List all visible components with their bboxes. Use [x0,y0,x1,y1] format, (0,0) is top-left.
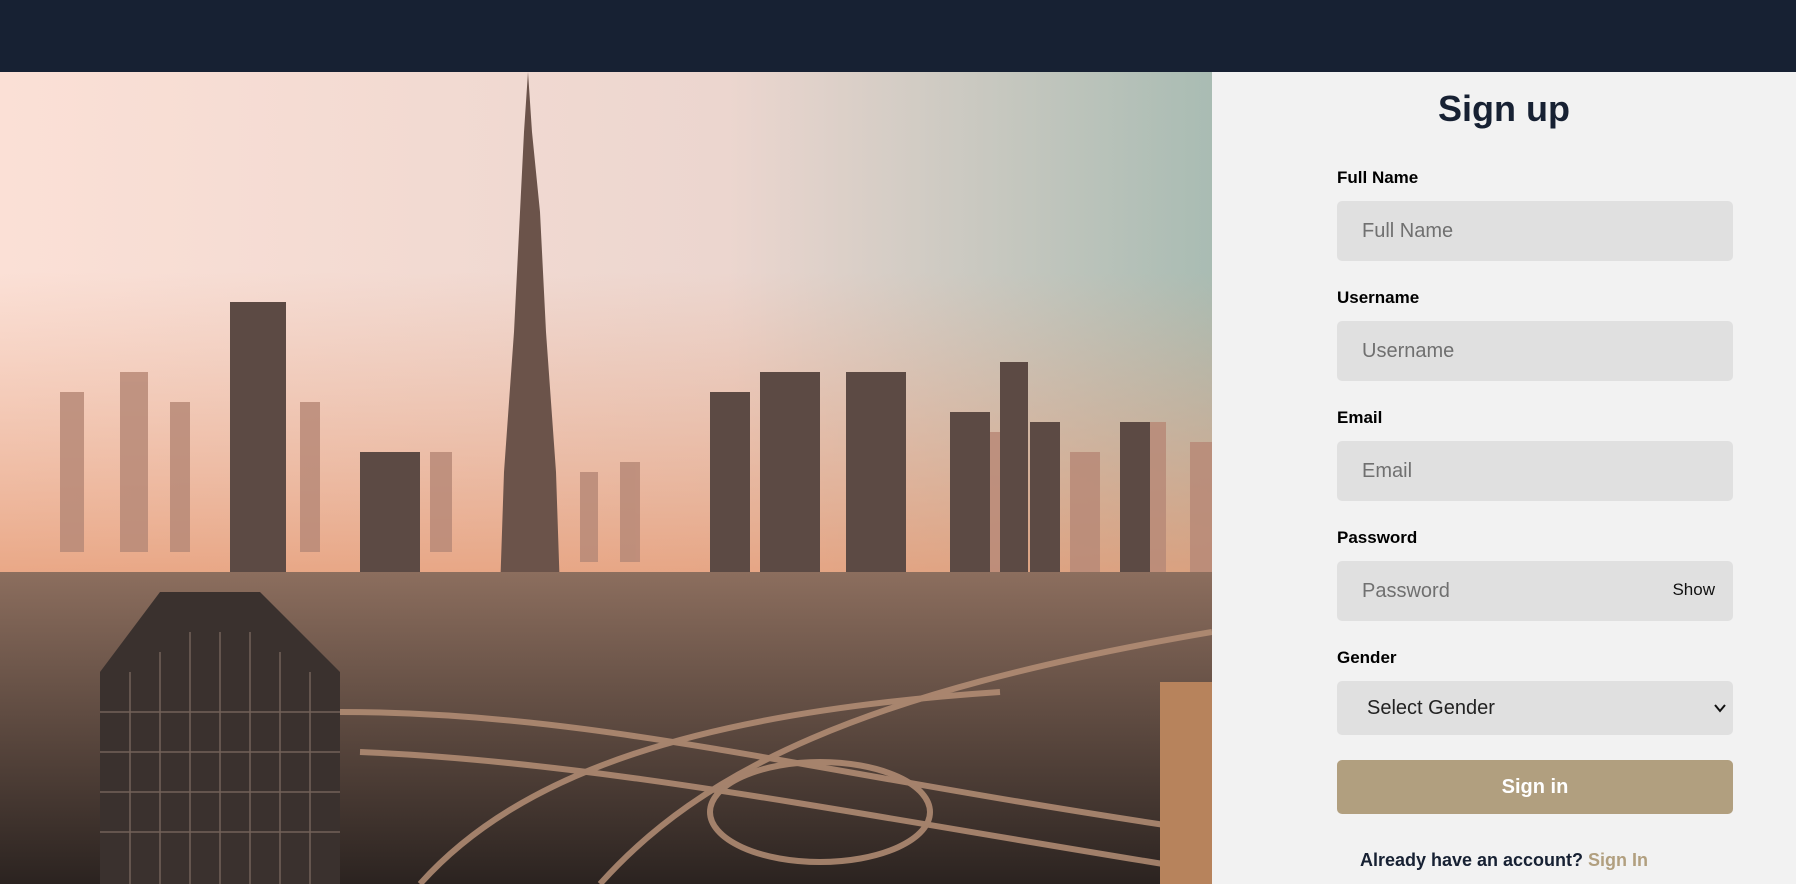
skyline-illustration [0,72,1212,884]
username-input[interactable] [1337,321,1733,381]
full-name-input[interactable] [1337,201,1733,261]
show-password-button[interactable]: Show [1672,580,1715,600]
username-field: Username [1337,288,1733,408]
full-name-label: Full Name [1337,168,1419,187]
gender-field: Gender Select Gender [1337,648,1733,768]
gender-select-value: Select Gender [1367,697,1495,719]
sign-in-button[interactable]: Sign in [1337,760,1733,814]
hero-image [0,72,1212,884]
top-bar [0,0,1796,72]
email-input[interactable] [1337,441,1733,501]
email-field: Email [1337,408,1733,528]
login-prompt-text: Already have an account? [1359,850,1584,870]
password-label: Password [1337,528,1418,547]
email-label: Email [1337,408,1383,427]
username-label: Username [1337,288,1420,307]
password-field: Password Show [1337,528,1733,648]
gender-label: Gender [1337,648,1397,667]
chevron-down-icon [1714,704,1726,713]
gender-select[interactable]: Select Gender [1337,681,1733,735]
sign-in-link[interactable]: Sign In [1588,850,1648,870]
page-title: Sign up [1438,88,1570,129]
full-name-field: Full Name [1337,168,1733,288]
signup-panel: Sign up Full Name Username Email Passwor… [1212,72,1796,884]
signup-form: Full Name Username Email Password Show G… [1337,168,1733,768]
login-prompt: Already have an account? Sign In [1212,850,1796,871]
